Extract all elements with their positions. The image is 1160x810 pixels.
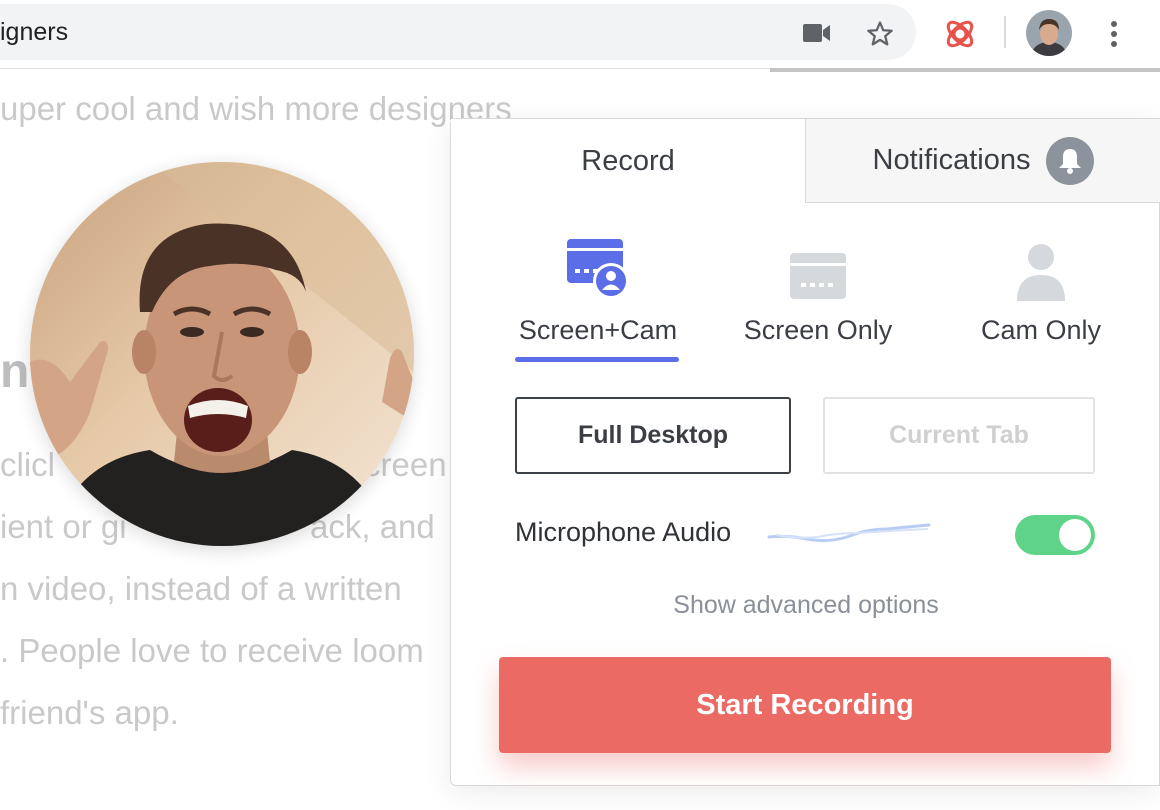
full-desktop-label: Full Desktop	[577, 421, 728, 449]
show-advanced-options-link[interactable]: Show advanced options	[451, 591, 1160, 620]
toggle-knob	[1059, 519, 1091, 551]
recorder-popup: Record Notifications Screen+Cam Screen O…	[450, 118, 1160, 786]
address-text[interactable]: igners	[0, 18, 68, 47]
mode-screen-cam[interactable]: Screen+Cam	[513, 229, 683, 346]
toolbar-divider	[1004, 16, 1006, 48]
background-text-line: clicl	[0, 446, 55, 483]
browser-toolbar: igners	[0, 0, 1160, 68]
webcam-bubble[interactable]	[30, 162, 414, 546]
current-tab-button[interactable]: Current Tab	[823, 397, 1095, 474]
video-camera-icon[interactable]	[798, 16, 836, 50]
mode-screen-only[interactable]: Screen Only	[733, 229, 903, 346]
audio-level-wave	[767, 523, 931, 543]
current-tab-label: Current Tab	[889, 421, 1029, 449]
mode-cam-only-label: Cam Only	[980, 315, 1102, 345]
screen-icon	[789, 229, 847, 301]
full-desktop-button[interactable]: Full Desktop	[515, 397, 791, 474]
profile-avatar[interactable]	[1026, 10, 1072, 56]
address-bar[interactable]: igners	[0, 4, 916, 60]
background-text-line: n video, instead of a written	[0, 570, 402, 607]
microphone-label: Microphone Audio	[515, 517, 732, 547]
loom-extension-icon[interactable]	[938, 12, 982, 56]
background-text-line: friend's app.	[0, 694, 179, 731]
tab-notifications-label: Notifications	[872, 144, 1031, 176]
bell-icon	[1046, 136, 1095, 185]
mode-screen-cam-label: Screen+Cam	[518, 315, 678, 345]
mode-cam-only[interactable]: Cam Only	[956, 229, 1126, 346]
selected-mode-indicator	[515, 357, 679, 362]
background-text-line: ack, and	[310, 508, 435, 545]
star-icon[interactable]	[860, 14, 900, 54]
background-text-line: ient or gi	[0, 508, 127, 545]
screen-cam-icon	[565, 229, 631, 301]
start-recording-button[interactable]: Start Recording	[499, 657, 1111, 753]
mode-screen-only-label: Screen Only	[743, 315, 893, 345]
background-text-line: . People love to receive loom	[0, 632, 424, 669]
more-menu-icon[interactable]	[1098, 14, 1130, 54]
start-recording-label: Start Recording	[696, 688, 914, 721]
tab-record-label: Record	[581, 144, 675, 177]
microphone-toggle[interactable]	[1015, 515, 1095, 555]
background-text-line: uper cool and wish more designers	[0, 90, 512, 127]
tab-record[interactable]: Record	[451, 119, 805, 203]
tab-notifications[interactable]: Notifications	[805, 119, 1160, 203]
person-icon	[1015, 229, 1067, 301]
